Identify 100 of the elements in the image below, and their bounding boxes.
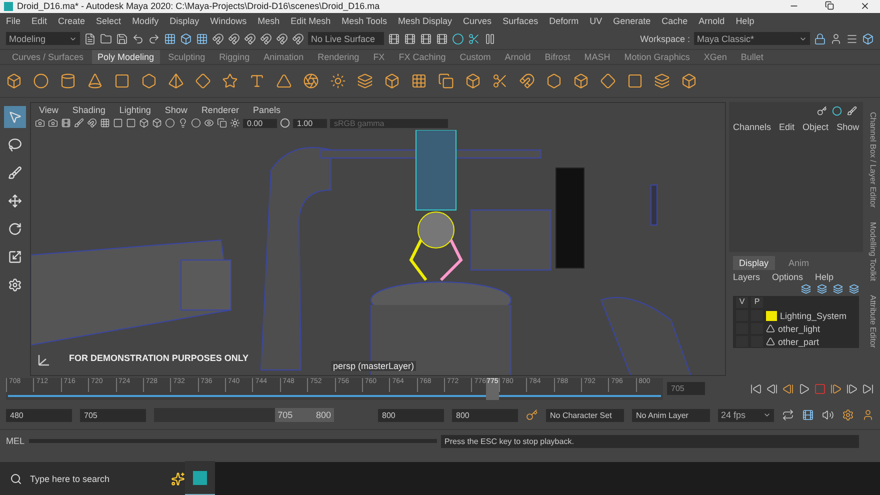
range-slider[interactable]: 705 800	[274, 408, 334, 422]
cone-icon[interactable]	[87, 73, 103, 90]
magnet-icon[interactable]	[228, 32, 240, 45]
gamma-field[interactable]: 1.00	[293, 118, 327, 128]
scissors-icon[interactable]	[468, 32, 480, 45]
grid-icon[interactable]	[196, 32, 208, 45]
cylinder-icon[interactable]	[60, 73, 76, 90]
shelf-tab[interactable]: Motion Graphics	[618, 50, 696, 64]
step-forward-icon[interactable]	[830, 382, 842, 395]
menu-item[interactable]: Mesh Display	[398, 16, 452, 26]
diamond-icon[interactable]	[195, 73, 211, 90]
film-icon[interactable]	[404, 32, 416, 45]
menu-item[interactable]: Deform	[549, 16, 579, 26]
layer-row[interactable]: other_light	[733, 322, 859, 336]
cube-icon[interactable]	[862, 32, 874, 45]
panel-menu-item[interactable]: View	[39, 104, 58, 115]
layer-tab[interactable]: Display	[733, 256, 775, 270]
magnet-icon[interactable]	[87, 118, 97, 128]
layer-row[interactable]: Lighting_System	[733, 309, 859, 322]
pyramid-icon[interactable]	[168, 73, 184, 90]
cube-icon[interactable]	[465, 73, 481, 90]
circle-icon[interactable]	[452, 32, 464, 45]
text-icon[interactable]	[249, 73, 265, 90]
loop-icon[interactable]	[782, 409, 794, 422]
sphere-icon[interactable]	[33, 73, 49, 90]
magnet-icon[interactable]	[276, 32, 288, 45]
shelf-tab[interactable]: Arnold	[498, 50, 537, 64]
film-icon[interactable]	[420, 32, 432, 45]
channel-box-menu-item[interactable]: Show	[836, 122, 860, 132]
menu-item[interactable]: Cache	[662, 16, 688, 26]
range-slider-track[interactable]: 705 800	[154, 408, 334, 422]
copy-icon[interactable]	[438, 73, 454, 90]
layer-icon[interactable]	[801, 284, 811, 294]
layers-icon[interactable]	[357, 73, 373, 90]
layer-menu-item[interactable]: Options	[772, 272, 804, 282]
menu-item[interactable]: Surfaces	[502, 16, 538, 26]
plane-icon[interactable]	[114, 73, 130, 90]
film-icon[interactable]	[61, 118, 71, 128]
shelf-tab[interactable]: Custom	[454, 50, 497, 64]
command-input[interactable]	[28, 439, 437, 444]
shelf-tab[interactable]: Rendering	[312, 50, 366, 64]
speaker-icon[interactable]	[822, 409, 834, 422]
undo-icon[interactable]	[132, 32, 144, 45]
channel-box-menu-item[interactable]: Object	[802, 122, 829, 132]
anim-layer-field[interactable]: No Anim Layer	[632, 408, 710, 422]
step-back-icon[interactable]	[766, 382, 778, 395]
grid-icon[interactable]	[100, 118, 110, 128]
shelf-tab[interactable]: Animation	[258, 50, 310, 64]
layer-icon[interactable]	[849, 284, 859, 294]
skip-back-icon[interactable]	[750, 382, 762, 395]
redo-icon[interactable]	[148, 32, 160, 45]
grid-icon[interactable]	[411, 73, 427, 90]
star-icon[interactable]	[222, 73, 238, 90]
channel-box-menu-item[interactable]: Channels	[733, 122, 772, 132]
menu-item[interactable]: Create	[58, 16, 86, 26]
start-time-field[interactable]: 480	[6, 408, 72, 422]
script-language-label[interactable]: MEL	[6, 436, 25, 446]
hexagon-icon[interactable]	[141, 73, 157, 90]
maya-taskbar-icon[interactable]	[185, 461, 215, 495]
current-frame-field[interactable]: 705	[667, 382, 705, 396]
menu-item[interactable]: Help	[736, 16, 754, 26]
side-tab[interactable]: Channel Box / Layer Editor	[868, 112, 878, 208]
menu-item[interactable]: Display	[170, 16, 200, 26]
shelf-tab[interactable]: XGen	[698, 50, 733, 64]
key-icon[interactable]	[526, 409, 538, 422]
save-icon[interactable]	[116, 32, 128, 45]
step-back-icon[interactable]	[782, 382, 794, 395]
eye-icon[interactable]	[204, 118, 214, 128]
light-bulb-icon[interactable]	[178, 118, 188, 128]
folder-icon[interactable]	[100, 32, 112, 45]
magnet-icon[interactable]	[260, 32, 272, 45]
hexagon-icon[interactable]	[546, 73, 562, 90]
menu-item[interactable]: Mesh	[258, 16, 280, 26]
plane-icon[interactable]	[627, 73, 643, 90]
shelf-tab[interactable]: FX Caching	[392, 50, 452, 64]
menu-item[interactable]: File	[6, 16, 21, 26]
scissors-icon[interactable]	[492, 73, 508, 90]
cube-icon[interactable]	[573, 73, 589, 90]
square-icon[interactable]	[126, 118, 136, 128]
step-forward-icon[interactable]	[846, 382, 858, 395]
skip-forward-icon[interactable]	[862, 382, 874, 395]
layer-menu-item[interactable]: Help	[815, 272, 834, 282]
menu-set-dropdown[interactable]: Modeling	[6, 32, 80, 46]
shelf-tab[interactable]: Sculpting	[162, 50, 212, 64]
cube-icon[interactable]	[384, 73, 400, 90]
brush-icon[interactable]	[847, 106, 857, 116]
end-time-field[interactable]: 800	[452, 408, 518, 422]
cube-icon[interactable]	[180, 32, 192, 45]
menu-item[interactable]: Generate	[613, 16, 651, 26]
figure-icon[interactable]	[862, 409, 874, 422]
new-file-icon[interactable]	[84, 32, 96, 45]
panel-menu-item[interactable]: Lighting	[119, 104, 151, 115]
layer-tab[interactable]: Anim	[782, 256, 816, 270]
figure-icon[interactable]	[830, 32, 842, 45]
menu-item[interactable]: Arnold	[698, 16, 725, 26]
brush-icon[interactable]	[74, 118, 84, 128]
workspace-dropdown[interactable]: Maya Classic*	[694, 32, 810, 46]
panel-menu-item[interactable]: Renderer	[201, 104, 239, 115]
diamond-icon[interactable]	[600, 73, 616, 90]
layers-icon[interactable]	[654, 73, 670, 90]
